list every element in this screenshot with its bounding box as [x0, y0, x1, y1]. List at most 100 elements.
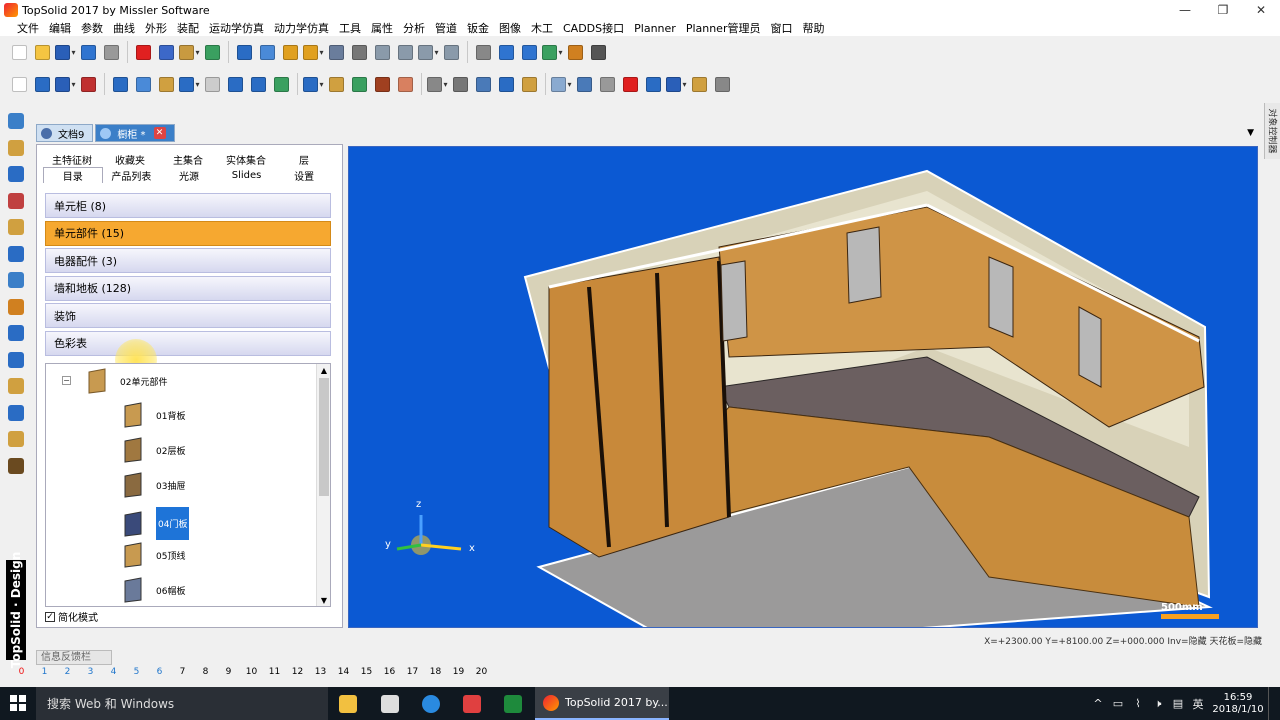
network-icon[interactable]: ⌇ — [1128, 697, 1148, 710]
panel-tab-0-1[interactable]: 收藏夹 — [101, 152, 159, 167]
toolbar-button-icon[interactable] — [179, 74, 200, 95]
toolbar-button-icon[interactable] — [574, 74, 595, 95]
menu-item-12[interactable]: 钣金 — [462, 20, 494, 36]
browser-icon[interactable] — [411, 691, 451, 717]
panel-tab-1-2[interactable]: 光源 — [160, 168, 218, 183]
object-controller-tab[interactable]: 对象控制器 — [1264, 103, 1280, 159]
left-tool-icon[interactable] — [6, 191, 26, 211]
tree-scrollbar[interactable]: ▲ ▼ — [316, 364, 330, 606]
toolbar-button-icon[interactable] — [271, 74, 292, 95]
left-tool-icon[interactable] — [6, 297, 26, 317]
menu-item-11[interactable]: 管道 — [430, 20, 462, 36]
toolbar-button-icon[interactable] — [55, 42, 76, 63]
toolbar-button-icon[interactable] — [689, 74, 710, 95]
page-number[interactable]: 10 — [240, 667, 263, 681]
toolbar-button-icon[interactable] — [9, 74, 30, 95]
menu-item-4[interactable]: 外形 — [140, 20, 172, 36]
panel-tab-0-3[interactable]: 实体集合 — [217, 152, 275, 167]
toolbar-button-icon[interactable] — [55, 74, 76, 95]
toolbar-button-icon[interactable] — [496, 74, 517, 95]
toolbar-button-icon[interactable] — [588, 42, 609, 63]
toolbar-button-icon[interactable] — [473, 42, 494, 63]
tree-item[interactable]: 04门板 — [122, 507, 190, 540]
menu-item-16[interactable]: Planner — [629, 22, 681, 35]
toolbar-button-icon[interactable] — [620, 74, 641, 95]
toolbar-button-icon[interactable] — [32, 74, 53, 95]
tree-item[interactable]: 05顶线 — [122, 542, 185, 568]
taskbar-topsolid[interactable]: TopSolid 2017 by... — [535, 687, 669, 720]
page-number[interactable]: 16 — [378, 667, 401, 681]
category-item[interactable]: 电器配件 (3) — [45, 248, 331, 273]
toolbar-button-icon[interactable] — [496, 42, 517, 63]
menu-item-2[interactable]: 参数 — [76, 20, 108, 36]
show-desktop-button[interactable] — [1268, 687, 1280, 720]
left-tool-icon[interactable] — [6, 217, 26, 237]
category-item[interactable]: 墙和地板 (128) — [45, 275, 331, 301]
page-number[interactable]: 1 — [33, 667, 56, 681]
toolbar-button-icon[interactable] — [542, 42, 563, 63]
tree-item[interactable]: 01背板 — [122, 402, 185, 428]
page-number[interactable]: 6 — [148, 667, 171, 681]
tray-expand-icon[interactable]: ^ — [1088, 697, 1108, 710]
panel-tab-1-1[interactable]: 产品列表 — [103, 168, 161, 183]
panel-tab-0-2[interactable]: 主集合 — [159, 152, 217, 167]
input-language[interactable]: 英 — [1188, 696, 1208, 712]
red-app-icon[interactable] — [452, 691, 492, 717]
page-number[interactable]: 5 — [125, 667, 148, 681]
toolbar-button-icon[interactable] — [519, 42, 540, 63]
toolbar-button-icon[interactable] — [427, 74, 448, 95]
close-button[interactable]: ✕ — [1242, 0, 1280, 20]
left-tool-icon[interactable] — [6, 376, 26, 396]
toolbar-button-icon[interactable] — [133, 42, 154, 63]
menu-item-9[interactable]: 属性 — [366, 20, 398, 36]
menu-item-7[interactable]: 动力学仿真 — [269, 20, 334, 36]
toolbar-button-icon[interactable] — [418, 42, 439, 63]
toolbar-button-icon[interactable] — [712, 74, 733, 95]
toolbar-button-icon[interactable] — [666, 74, 687, 95]
menu-item-13[interactable]: 图像 — [494, 20, 526, 36]
menu-item-18[interactable]: 窗口 — [765, 20, 797, 36]
collapse-icon[interactable]: − — [62, 376, 71, 385]
tree-item[interactable]: 02层板 — [122, 437, 185, 463]
toolbar-button-icon[interactable] — [78, 42, 99, 63]
toolbar-button-icon[interactable] — [248, 74, 269, 95]
panel-tab-1-4[interactable]: 设置 — [275, 168, 333, 183]
toolbar-button-icon[interactable] — [565, 42, 586, 63]
toolbar-button-icon[interactable] — [519, 74, 540, 95]
toolbar-button-icon[interactable] — [110, 74, 131, 95]
toolbar-button-icon[interactable] — [395, 42, 416, 63]
toolbar-button-icon[interactable] — [372, 42, 393, 63]
panel-tab-0-0[interactable]: 主特征树 — [43, 152, 101, 167]
toolbar-button-icon[interactable] — [597, 74, 618, 95]
toolbar-button-icon[interactable] — [78, 74, 99, 95]
menu-item-5[interactable]: 装配 — [172, 20, 204, 36]
page-number[interactable]: 18 — [424, 667, 447, 681]
menu-item-6[interactable]: 运动学仿真 — [204, 20, 269, 36]
menu-item-15[interactable]: CADDS接口 — [558, 20, 629, 36]
panel-tab-1-3[interactable]: Slides — [218, 170, 276, 181]
left-tool-icon[interactable] — [6, 138, 26, 158]
toolbar-button-icon[interactable] — [551, 74, 572, 95]
menu-item-14[interactable]: 木工 — [526, 20, 558, 36]
left-tool-icon[interactable] — [6, 270, 26, 290]
category-item[interactable]: 装饰 — [45, 303, 331, 328]
menu-item-10[interactable]: 分析 — [398, 20, 430, 36]
page-number[interactable]: 0 — [10, 667, 33, 681]
toolbar-button-icon[interactable] — [326, 42, 347, 63]
left-tool-icon[interactable] — [6, 244, 26, 264]
scroll-down-icon[interactable]: ▼ — [317, 594, 330, 606]
page-number[interactable]: 9 — [217, 667, 240, 681]
toolbar-button-icon[interactable] — [179, 42, 200, 63]
page-number[interactable]: 14 — [332, 667, 355, 681]
page-number[interactable]: 17 — [401, 667, 424, 681]
page-number[interactable]: 4 — [102, 667, 125, 681]
page-number[interactable]: 12 — [286, 667, 309, 681]
toolbar-button-icon[interactable] — [101, 42, 122, 63]
left-tool-icon[interactable] — [6, 456, 26, 476]
battery-icon[interactable]: ▭ — [1108, 697, 1128, 710]
toolbar-button-icon[interactable] — [156, 74, 177, 95]
file-explorer-icon[interactable] — [328, 691, 368, 717]
toolbar-button-icon[interactable] — [441, 42, 462, 63]
toolbar-button-icon[interactable] — [202, 74, 223, 95]
toolbar-button-icon[interactable] — [395, 74, 416, 95]
